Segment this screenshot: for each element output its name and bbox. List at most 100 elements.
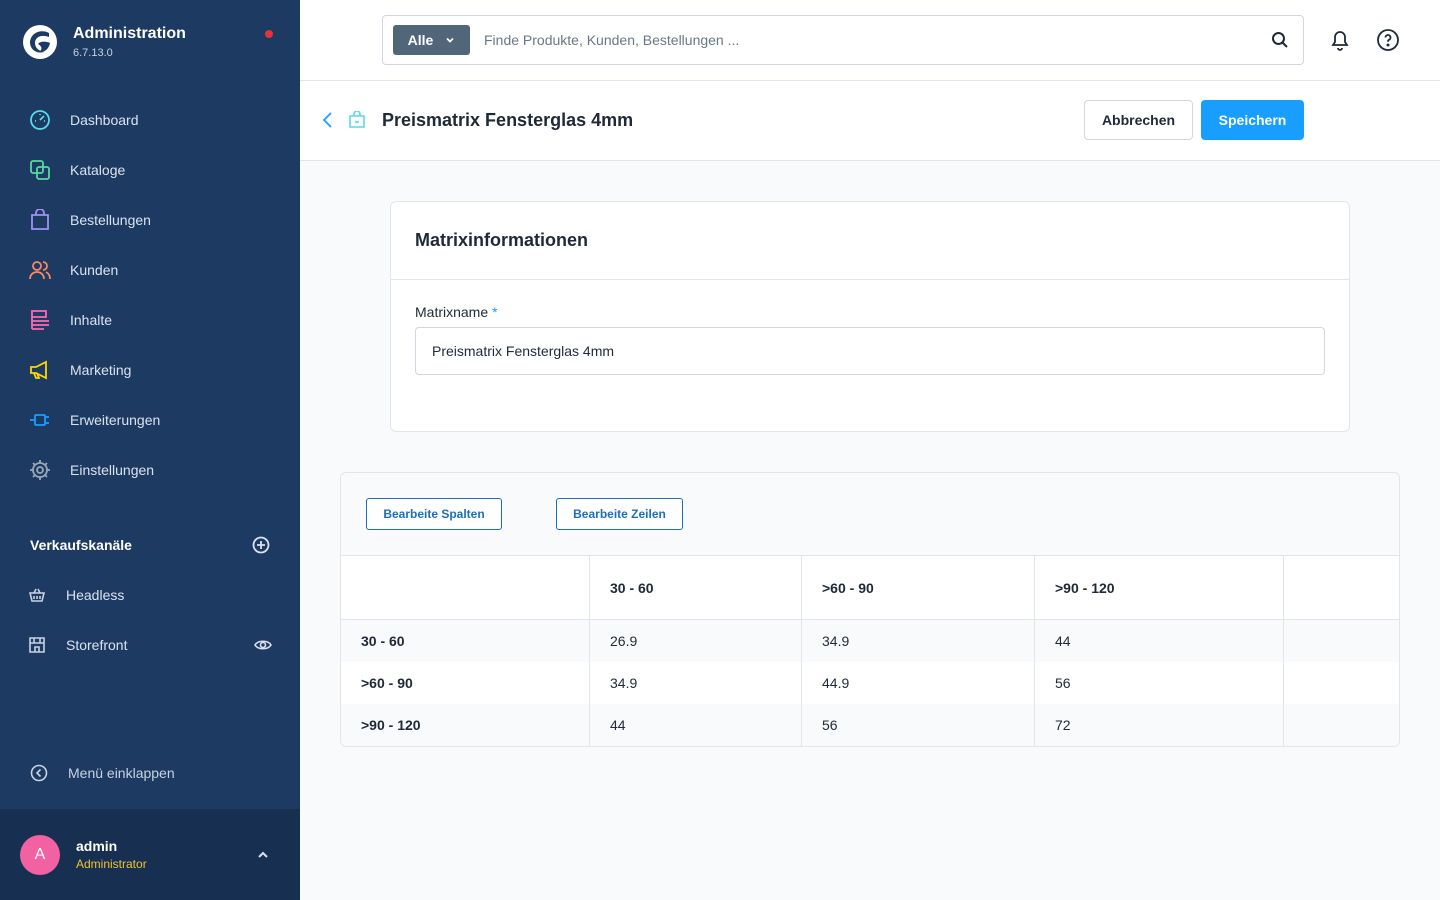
page-header: Preismatrix Fensterglas 4mm Abbrechen Sp…: [300, 81, 1440, 161]
sales-channel-storefront[interactable]: Storefront: [0, 620, 300, 670]
notifications-button[interactable]: [1328, 28, 1352, 52]
basket-icon: [28, 588, 46, 602]
matrix-grid: 30 - 60 >60 - 90 >90 - 120 30 - 60 26.9 …: [341, 556, 1399, 746]
row-header: 30 - 60: [341, 620, 590, 662]
column-header: 30 - 60: [590, 556, 802, 620]
matrix-info-card: Matrixinformationen Matrixname *: [390, 201, 1350, 432]
user-name: admin: [76, 838, 118, 854]
sidebar-item-einstellungen[interactable]: Einstellungen: [0, 445, 300, 495]
card-header: Matrixinformationen: [391, 202, 1349, 280]
help-circle-icon: [1377, 29, 1399, 51]
shopping-bag-icon: [28, 208, 52, 232]
brand[interactable]: Administration 6.7.13.0: [22, 24, 186, 60]
chevron-left-icon: [322, 112, 332, 128]
price-cell[interactable]: 34.9: [590, 662, 802, 704]
bell-icon: [1331, 31, 1349, 51]
price-cell[interactable]: 44.9: [802, 662, 1035, 704]
sales-channels-header: Verkaufskanäle: [30, 536, 270, 554]
search-icon: [1272, 32, 1288, 48]
sales-channel-label: Headless: [66, 587, 125, 603]
search-filter-dropdown[interactable]: Alle: [393, 25, 470, 55]
gear-icon: [28, 458, 52, 482]
price-cell[interactable]: 56: [802, 704, 1035, 746]
shopware-logo-icon: [23, 25, 57, 59]
price-cell[interactable]: 72: [1035, 704, 1284, 746]
sidebar-item-marketing[interactable]: Marketing: [0, 345, 300, 395]
global-search: Alle: [382, 15, 1304, 65]
back-button[interactable]: [320, 111, 336, 129]
sidebar-item-erweiterungen[interactable]: Erweiterungen: [0, 395, 300, 445]
eye-icon[interactable]: [254, 636, 272, 654]
sales-channels-title: Verkaufskanäle: [30, 537, 132, 553]
sidebar-item-bestellungen[interactable]: Bestellungen: [0, 195, 300, 245]
sales-channel-list: Headless Storefront: [0, 570, 300, 670]
table-row: >60 - 90 34.9 44.9 56: [341, 662, 1399, 704]
search-button[interactable]: [1271, 31, 1289, 49]
user-menu[interactable]: A admin Administrator: [0, 809, 300, 900]
sidebar-item-label: Erweiterungen: [70, 412, 161, 428]
matrix-header-row: 30 - 60 >60 - 90 >90 - 120: [341, 556, 1399, 620]
price-cell[interactable]: 44: [590, 704, 802, 746]
cancel-button[interactable]: Abbrechen: [1084, 100, 1193, 140]
empty-cell: [1284, 662, 1399, 704]
sidebar-item-label: Marketing: [70, 362, 132, 378]
price-cell[interactable]: 56: [1035, 662, 1284, 704]
price-cell[interactable]: 44: [1035, 620, 1284, 662]
help-button[interactable]: [1376, 28, 1400, 52]
user-role: Administrator: [76, 857, 147, 871]
catalog-icon: [28, 158, 52, 182]
plug-icon: [28, 408, 52, 432]
sidebar-item-kataloge[interactable]: Kataloge: [0, 145, 300, 195]
shopping-bag-icon: [348, 111, 366, 129]
edit-rows-button[interactable]: Bearbeite Zeilen: [556, 498, 683, 530]
search-filter-label: Alle: [407, 32, 434, 48]
collapse-menu-button[interactable]: Menü einklappen: [30, 764, 175, 782]
empty-cell: [1284, 704, 1399, 746]
dashboard-icon: [28, 108, 52, 132]
sidebar-item-label: Einstellungen: [70, 462, 155, 478]
matrix-corner-cell: [341, 556, 590, 620]
table-row: >90 - 120 44 56 72: [341, 704, 1399, 746]
table-row: 30 - 60 26.9 34.9 44: [341, 620, 1399, 662]
edit-columns-button[interactable]: Bearbeite Spalten: [366, 498, 502, 530]
sidebar-item-label: Dashboard: [70, 112, 139, 128]
sidebar-item-label: Bestellungen: [70, 212, 151, 228]
app-title: Administration: [73, 25, 186, 42]
collapse-menu-label: Menü einklappen: [68, 765, 175, 781]
brand-text: Administration 6.7.13.0: [73, 25, 186, 59]
sidebar: Administration 6.7.13.0 Dashboard Katalo…: [0, 0, 300, 900]
chevron-up-icon[interactable]: [256, 848, 270, 862]
matrix-toolbar: Bearbeite Spalten Bearbeite Zeilen: [341, 473, 1399, 556]
matrix-name-input[interactable]: [415, 327, 1325, 375]
app-version: 6.7.13.0: [73, 47, 113, 59]
empty-column-header: [1284, 556, 1399, 620]
row-header: >90 - 120: [341, 704, 590, 746]
row-header: >60 - 90: [341, 662, 590, 704]
sales-channel-headless[interactable]: Headless: [0, 570, 300, 620]
sidebar-item-label: Inhalte: [70, 312, 113, 328]
column-header: >60 - 90: [802, 556, 1035, 620]
sidebar-item-kunden[interactable]: Kunden: [0, 245, 300, 295]
sidebar-item-dashboard[interactable]: Dashboard: [0, 95, 300, 145]
avatar: A: [20, 834, 60, 875]
chevron-down-icon: [446, 37, 454, 43]
card-title: Matrixinformationen: [415, 230, 589, 250]
storefront-icon: [29, 637, 45, 653]
sales-channel-label: Storefront: [66, 637, 128, 653]
megaphone-icon: [28, 358, 52, 382]
sidebar-item-inhalte[interactable]: Inhalte: [0, 295, 300, 345]
content-icon: [28, 308, 52, 332]
save-button[interactable]: Speichern: [1201, 100, 1304, 140]
main-nav: Dashboard Kataloge Bestellungen Kunden I…: [0, 95, 300, 495]
price-cell[interactable]: 34.9: [802, 620, 1035, 662]
price-cell[interactable]: 26.9: [590, 620, 802, 662]
sidebar-item-label: Kataloge: [70, 162, 126, 178]
column-header: >90 - 120: [1035, 556, 1284, 620]
chevron-left-circle-icon: [30, 764, 48, 782]
add-sales-channel-icon[interactable]: [252, 536, 270, 554]
sidebar-item-label: Kunden: [70, 262, 119, 278]
price-matrix: Bearbeite Spalten Bearbeite Zeilen 30 - …: [340, 472, 1400, 747]
matrix-name-label: Matrixname *: [415, 304, 498, 320]
empty-cell: [1284, 620, 1399, 662]
search-input[interactable]: [484, 32, 1271, 48]
